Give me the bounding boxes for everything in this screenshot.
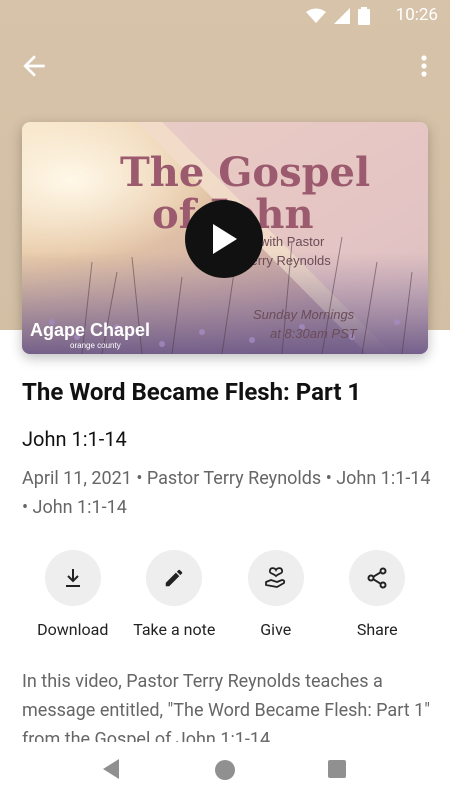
thumbnail-title-line1: The Gospel	[120, 149, 370, 196]
thumbnail-with-line1: with Pastor	[259, 234, 325, 249]
agape-chapel-logo: Agape Chapel	[30, 320, 150, 340]
system-navigation-bar	[0, 742, 450, 800]
more-options-button[interactable]	[412, 50, 436, 82]
download-icon	[65, 569, 80, 587]
action-row: Download Take a note Give Share	[22, 550, 428, 639]
play-button[interactable]	[185, 200, 263, 278]
give-label: Give	[260, 620, 292, 639]
play-icon	[213, 224, 237, 254]
nav-home-icon[interactable]	[215, 760, 235, 780]
share-label: Share	[356, 620, 398, 639]
share-icon	[367, 567, 387, 589]
top-app-bar	[0, 48, 450, 84]
pencil-icon	[166, 569, 183, 587]
download-label: Download	[37, 620, 109, 639]
sermon-title: The Word Became Flesh: Part 1	[22, 378, 362, 406]
take-note-button[interactable]: Take a note	[124, 550, 226, 639]
wifi-icon	[306, 8, 326, 23]
take-note-label: Take a note	[133, 620, 216, 639]
thumbnail-schedule-line2: at 8:30am PST	[270, 326, 358, 341]
thumbnail-schedule-line1: Sunday Mornings	[253, 307, 355, 322]
battery-icon	[358, 7, 370, 25]
give-hand-heart-icon	[264, 567, 285, 588]
signal-icon	[334, 8, 350, 24]
sermon-meta: April 11, 2021 • Pastor Terry Reynolds •…	[22, 468, 431, 518]
nav-recents-icon[interactable]	[328, 760, 346, 778]
more-vert-icon	[421, 55, 427, 77]
status-bar: 10:26	[0, 0, 450, 32]
agape-chapel-logo-sub: orange county	[70, 341, 121, 350]
arrow-back-icon	[23, 55, 45, 77]
share-button[interactable]: Share	[327, 550, 429, 639]
give-button[interactable]: Give	[225, 550, 327, 639]
nav-back-icon[interactable]	[101, 758, 121, 780]
download-button[interactable]: Download	[22, 550, 124, 639]
sermon-description: In this video, Pastor Terry Reynolds tea…	[22, 671, 430, 743]
sermon-scripture: John 1:1-14	[22, 427, 127, 451]
status-time: 10:26	[395, 5, 438, 25]
back-button[interactable]	[18, 50, 50, 82]
